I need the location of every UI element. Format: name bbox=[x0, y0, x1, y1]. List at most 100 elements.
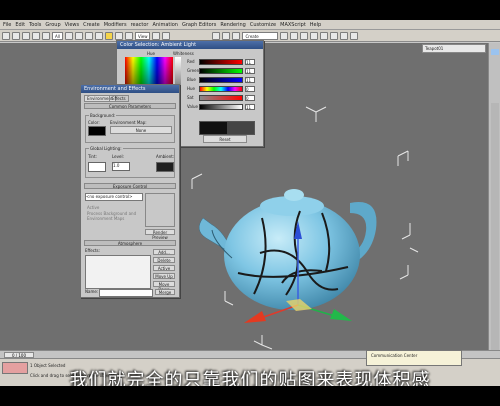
schematic-icon[interactable] bbox=[320, 31, 329, 40]
move-icon[interactable] bbox=[104, 31, 113, 40]
level-label: Level: bbox=[112, 154, 124, 159]
slider-sat[interactable] bbox=[199, 95, 243, 101]
exposure-dropdown[interactable]: <no exposure control> bbox=[85, 193, 143, 201]
undo-icon[interactable] bbox=[2, 31, 10, 40]
atmosphere-active-button[interactable]: Active bbox=[153, 265, 175, 271]
slider-label-blue: Blue bbox=[187, 77, 196, 82]
bg-color-swatch[interactable] bbox=[88, 126, 106, 136]
color-swatch bbox=[199, 121, 255, 135]
unlink-icon[interactable] bbox=[32, 31, 40, 40]
object-name-field[interactable]: Teapot01 bbox=[422, 44, 486, 53]
link-icon[interactable] bbox=[22, 31, 30, 40]
percent-snap-icon[interactable] bbox=[232, 31, 241, 40]
spinner-hue[interactable]: 0 bbox=[245, 86, 255, 92]
env-map-label: Environment Map: bbox=[110, 120, 147, 125]
atmosphere-move-down-button[interactable]: Move Down bbox=[153, 281, 175, 292]
global-lighting-label: Global Lighting: bbox=[89, 146, 123, 151]
select-icon[interactable] bbox=[64, 31, 73, 40]
effects-list[interactable] bbox=[85, 255, 151, 289]
menu-item-reactor[interactable]: reactor bbox=[131, 22, 149, 28]
menu-item-graph-editors[interactable]: Graph Editors bbox=[182, 22, 216, 28]
region-icon[interactable] bbox=[84, 31, 93, 40]
manipulate-icon[interactable] bbox=[162, 31, 171, 40]
selection-filter-dropdown[interactable]: All bbox=[52, 31, 63, 40]
render-setup-icon[interactable] bbox=[340, 31, 349, 40]
menu-item-rendering[interactable]: Rendering bbox=[220, 22, 246, 28]
menu-item-edit[interactable]: Edit bbox=[15, 22, 25, 28]
menu-item-help[interactable]: Help bbox=[310, 22, 321, 28]
exposure-preview bbox=[145, 193, 175, 227]
menu-item-animation[interactable]: Animation bbox=[152, 22, 178, 28]
mirror-icon[interactable] bbox=[280, 31, 289, 40]
communication-center[interactable]: Communication Center bbox=[366, 350, 462, 366]
scale-icon[interactable] bbox=[124, 31, 133, 40]
spinner-sat[interactable]: 0 bbox=[245, 95, 255, 101]
pivot-icon[interactable] bbox=[152, 31, 161, 40]
spinner-value[interactable]: 11 bbox=[245, 104, 255, 110]
slider-label-red: Red bbox=[187, 59, 195, 64]
spinner-blue[interactable]: 11 bbox=[245, 77, 255, 83]
process-bg-checkbox[interactable]: Process Background and Environment Maps bbox=[87, 211, 141, 221]
select-by-name-icon[interactable] bbox=[74, 31, 83, 40]
redo-icon[interactable] bbox=[12, 31, 20, 40]
slider-blue[interactable] bbox=[199, 77, 243, 83]
menu-item-customize[interactable]: Customize bbox=[250, 22, 276, 28]
tint-label: Tint: bbox=[88, 154, 97, 159]
spinner-green[interactable]: 11 bbox=[245, 68, 255, 74]
slider-value[interactable] bbox=[199, 104, 243, 110]
spinner-red[interactable]: 11 bbox=[245, 59, 255, 65]
layer-icon[interactable] bbox=[300, 31, 309, 40]
panel-scroll[interactable] bbox=[491, 103, 499, 363]
align-icon[interactable] bbox=[290, 31, 299, 40]
menu-item-views[interactable]: Views bbox=[65, 22, 79, 28]
effect-name-field[interactable] bbox=[99, 289, 153, 297]
menu-item-maxscript[interactable]: MAXScript bbox=[280, 22, 306, 28]
tab-effects[interactable]: Effects bbox=[109, 95, 129, 102]
atmosphere-add-button[interactable]: Add... bbox=[153, 249, 175, 255]
menu-item-group[interactable]: Group bbox=[45, 22, 60, 28]
tint-swatch[interactable] bbox=[88, 162, 106, 172]
window-crossing-icon[interactable] bbox=[94, 31, 103, 40]
slider-hue[interactable] bbox=[199, 86, 243, 92]
exposure-rollout[interactable]: Exposure Control bbox=[84, 183, 176, 189]
environment-effects-dialog[interactable]: Environment and Effects Environment Effe… bbox=[80, 84, 180, 298]
name-label: Name: bbox=[85, 289, 99, 294]
comm-center-label: Communication Center bbox=[371, 353, 418, 358]
render-preview-button[interactable]: Render Preview bbox=[145, 229, 175, 240]
level-spinner[interactable]: 1.0 bbox=[112, 162, 130, 171]
menu-item-tools[interactable]: Tools bbox=[29, 22, 41, 28]
color-dialog-title: Color Selection: Ambient Light bbox=[117, 41, 263, 49]
slider-green[interactable] bbox=[199, 68, 243, 74]
command-panel[interactable] bbox=[488, 43, 500, 373]
effects-label: Effects: bbox=[85, 248, 100, 253]
curve-editor-icon[interactable] bbox=[310, 31, 319, 40]
panel-tab-icon[interactable] bbox=[491, 49, 499, 55]
max-window: File Edit Tools Group Views Create Modifiers re… bbox=[0, 20, 500, 386]
rotate-icon[interactable] bbox=[114, 31, 123, 40]
slider-red[interactable] bbox=[199, 59, 243, 65]
global-lighting-group: Global Lighting: Tint: Level: Ambient: 1… bbox=[85, 146, 175, 178]
reference-coord-dropdown[interactable]: View bbox=[134, 31, 151, 40]
atmosphere-rollout[interactable]: Atmosphere bbox=[84, 240, 176, 246]
common-params-rollout[interactable]: Common Parameters bbox=[84, 103, 176, 109]
merge-button[interactable]: Merge bbox=[155, 289, 175, 295]
angle-snap-icon[interactable] bbox=[222, 31, 231, 40]
atmosphere-delete-button[interactable]: Delete bbox=[153, 257, 175, 263]
menu-item-modifiers[interactable]: Modifiers bbox=[104, 22, 127, 28]
exposure-active-checkbox[interactable]: Active bbox=[87, 205, 99, 210]
bind-icon[interactable] bbox=[42, 31, 50, 40]
env-map-button[interactable]: None bbox=[110, 126, 172, 134]
slider-label-value: Value bbox=[187, 104, 198, 109]
material-editor-icon[interactable] bbox=[330, 31, 339, 40]
atmosphere-move-up-button[interactable]: Move Up bbox=[153, 273, 175, 279]
teapot-mesh[interactable] bbox=[198, 189, 377, 310]
slider-label-hue: Hue bbox=[187, 86, 196, 91]
quick-render-icon[interactable] bbox=[350, 31, 359, 40]
named-selection-dropdown[interactable]: Create Selection Set bbox=[242, 31, 279, 40]
snap-icon[interactable] bbox=[212, 31, 221, 40]
menu-item-file[interactable]: File bbox=[3, 22, 11, 28]
menu-item-create[interactable]: Create bbox=[83, 22, 100, 28]
whiteness-label: Whiteness bbox=[173, 51, 194, 56]
ambient-swatch[interactable] bbox=[156, 162, 174, 172]
reset-button[interactable]: Reset bbox=[203, 135, 247, 143]
